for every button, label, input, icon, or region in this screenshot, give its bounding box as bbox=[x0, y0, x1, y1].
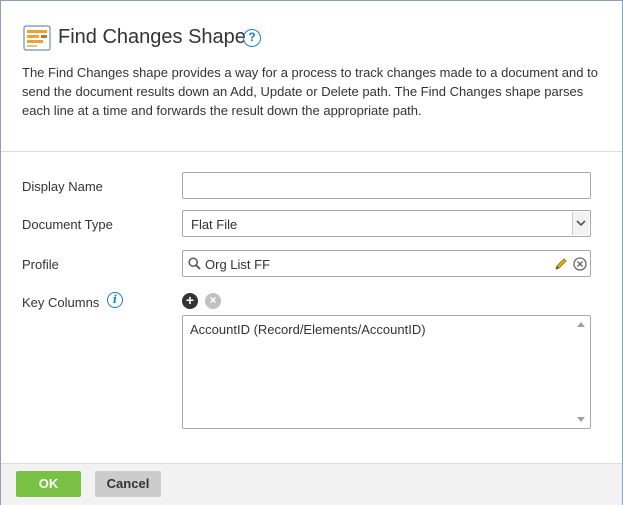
ok-button[interactable]: OK bbox=[16, 471, 81, 497]
help-icon[interactable]: ? bbox=[243, 29, 261, 47]
clear-icon[interactable] bbox=[573, 257, 587, 271]
scroll-down-icon[interactable] bbox=[577, 417, 585, 422]
add-icon[interactable]: + bbox=[182, 293, 198, 309]
dialog-header: Find Changes Shape ? The Find Changes sh… bbox=[1, 1, 622, 151]
key-columns-label: Key Columns bbox=[22, 295, 100, 310]
scroll-up-icon[interactable] bbox=[577, 322, 585, 327]
remove-icon[interactable]: × bbox=[205, 293, 221, 309]
dialog-title: Find Changes Shape bbox=[58, 26, 246, 48]
pencil-icon[interactable] bbox=[554, 257, 568, 271]
display-name-label: Display Name bbox=[22, 179, 103, 194]
find-changes-shape-icon bbox=[23, 25, 51, 51]
document-type-label: Document Type bbox=[22, 217, 113, 232]
dropdown-arrow-icon[interactable] bbox=[572, 212, 589, 235]
list-item[interactable]: AccountID (Record/Elements/AccountID) bbox=[190, 322, 426, 337]
dialog-footer: OK Cancel bbox=[1, 463, 622, 505]
find-changes-dialog: Find Changes Shape ? The Find Changes sh… bbox=[0, 0, 623, 505]
header-divider bbox=[1, 151, 622, 152]
profile-field[interactable]: Org List FF bbox=[182, 250, 591, 277]
display-name-input[interactable] bbox=[182, 172, 591, 199]
info-icon[interactable]: i bbox=[107, 292, 123, 308]
profile-value: Org List FF bbox=[205, 257, 271, 272]
dialog-description: The Find Changes shape provides a way fo… bbox=[22, 65, 598, 118]
list-scrollbar[interactable] bbox=[574, 316, 590, 428]
profile-label: Profile bbox=[22, 257, 59, 272]
document-type-select[interactable]: Flat File bbox=[182, 210, 591, 237]
document-type-value: Flat File bbox=[191, 217, 238, 232]
search-icon bbox=[188, 257, 201, 270]
cancel-button[interactable]: Cancel bbox=[95, 471, 161, 497]
key-columns-list[interactable]: AccountID (Record/Elements/AccountID) bbox=[182, 315, 591, 429]
